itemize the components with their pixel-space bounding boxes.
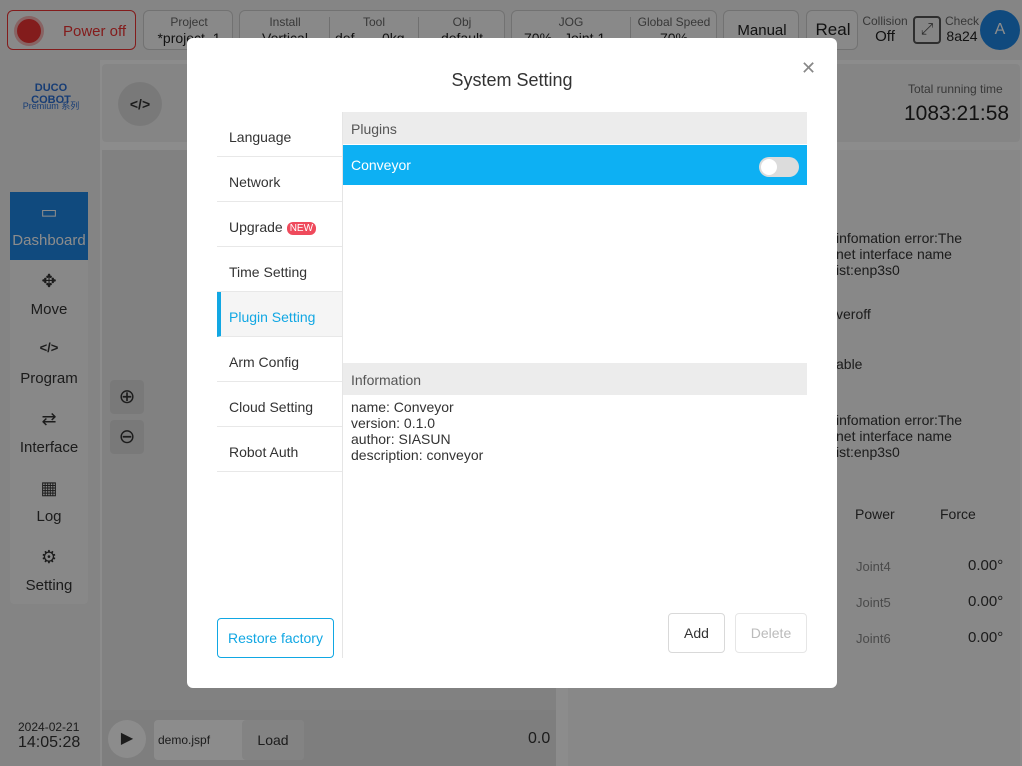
plugin-info: name: Conveyor version: 0.1.0 author: SI… bbox=[351, 399, 483, 463]
menu-item-label: Network bbox=[229, 174, 281, 190]
menu-item-robot-auth[interactable]: Robot Auth bbox=[217, 427, 342, 472]
toggle-knob bbox=[761, 159, 777, 175]
plugins-header: Plugins bbox=[343, 112, 807, 144]
info-line: author: SIASUN bbox=[351, 431, 451, 447]
menu-item-label: Cloud Setting bbox=[229, 399, 314, 415]
dialog-title: System Setting bbox=[451, 70, 573, 90]
settings-menu: Language Network Upgrade NEW Time Setting… bbox=[217, 112, 343, 658]
delete-button[interactable]: Delete bbox=[735, 613, 807, 653]
menu-item-network[interactable]: Network bbox=[217, 157, 342, 202]
info-line: name: Conveyor bbox=[351, 399, 454, 415]
menu-item-arm-config[interactable]: Arm Config bbox=[217, 337, 342, 382]
menu-item-label: Time Setting bbox=[229, 264, 308, 280]
system-setting-dialog: System Setting ✕ Language Network Upgrad… bbox=[187, 38, 837, 688]
plugin-enable-toggle[interactable] bbox=[759, 157, 799, 177]
menu-item-label: Language bbox=[229, 129, 292, 145]
info-line: version: 0.1.0 bbox=[351, 415, 436, 431]
menu-item-cloud-setting[interactable]: Cloud Setting bbox=[217, 382, 342, 427]
menu-item-upgrade[interactable]: Upgrade NEW bbox=[217, 202, 342, 247]
plugin-row-conveyor[interactable]: Conveyor bbox=[343, 145, 807, 185]
menu-item-label: Plugin Setting bbox=[229, 309, 316, 325]
add-button[interactable]: Add bbox=[668, 613, 725, 653]
plugin-setting-content: Plugins Conveyor Information name: Conve… bbox=[343, 112, 807, 658]
plugin-name: Conveyor bbox=[351, 157, 411, 173]
menu-item-plugin-setting[interactable]: Plugin Setting bbox=[217, 292, 342, 337]
restore-factory-button[interactable]: Restore factory bbox=[217, 618, 334, 658]
menu-item-label: Arm Config bbox=[229, 354, 300, 370]
menu-item-language[interactable]: Language bbox=[217, 112, 342, 157]
menu-item-label: Upgrade bbox=[229, 219, 283, 235]
new-badge: NEW bbox=[286, 222, 317, 235]
close-icon[interactable]: ✕ bbox=[801, 58, 816, 79]
info-line: description: conveyor bbox=[351, 447, 484, 463]
menu-item-label: Robot Auth bbox=[229, 444, 299, 460]
information-header: Information bbox=[343, 363, 807, 395]
menu-item-time-setting[interactable]: Time Setting bbox=[217, 247, 342, 292]
